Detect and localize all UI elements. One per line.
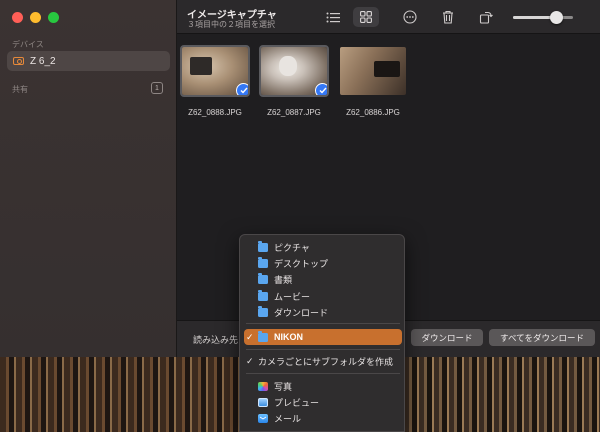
folder-icon: [258, 256, 268, 268]
photos-app-icon: [258, 381, 268, 391]
zoom-button[interactable]: [48, 12, 59, 23]
menu-item-desktop[interactable]: デスクトップ: [244, 255, 402, 271]
import-destination-menu: ピクチャ デスクトップ 書類 ムービー ダウンロード ✓ NIKON ✓ カメラ…: [239, 234, 405, 432]
menu-item-label: ムービー: [274, 291, 311, 302]
menu-item-mail[interactable]: メール: [244, 410, 402, 426]
menu-item-label: プレビュー: [274, 397, 320, 408]
photo-detail: [190, 57, 212, 75]
menu-separator: [246, 349, 400, 350]
device-name: Z 6_2: [30, 55, 56, 67]
download-button[interactable]: ダウンロード: [411, 329, 483, 346]
bookshelf-right: [404, 352, 600, 432]
trash-icon: [443, 10, 453, 24]
menu-item-movies[interactable]: ムービー: [244, 288, 402, 304]
close-button[interactable]: [12, 12, 23, 23]
camera-icon: [13, 57, 24, 65]
grid-view-button[interactable]: [353, 7, 379, 27]
menu-item-label: ダウンロード: [274, 307, 329, 318]
thumbnail-filename: Z62_0887.JPG: [267, 108, 321, 117]
menu-item-label: カメラごとにサブフォルダを作成: [258, 356, 394, 367]
delete-button[interactable]: [435, 7, 461, 27]
folder-icon: [258, 240, 268, 252]
menu-item-label: ピクチャ: [274, 242, 310, 253]
menu-separator: [246, 323, 400, 324]
thumbnail-filename: Z62_0886.JPG: [346, 108, 400, 117]
menu-item-subfolder-option[interactable]: ✓ カメラごとにサブフォルダを作成: [244, 353, 402, 369]
folder-icon: [258, 305, 268, 317]
menu-item-label: 書類: [274, 274, 293, 285]
menu-item-nikon[interactable]: ✓ NIKON: [244, 329, 402, 345]
ellipsis-circle-icon: [403, 10, 417, 24]
menu-item-downloads[interactable]: ダウンロード: [244, 304, 402, 320]
window-controls: [12, 12, 59, 23]
thumbnail-filename: Z62_0888.JPG: [188, 108, 242, 117]
list-view-button[interactable]: [320, 7, 346, 27]
sidebar: デバイス Z 6_2 共有 1: [0, 0, 177, 357]
checkmark-icon: ✓: [246, 355, 254, 366]
toolbar: イメージキャプチャ ３項目中の２項目を選択: [177, 0, 600, 34]
selection-status: ３項目中の２項目を選択: [187, 20, 275, 29]
thumbnail-item[interactable]: [340, 47, 406, 95]
folder-icon: [258, 272, 268, 284]
menu-item-photos[interactable]: 写真: [244, 378, 402, 394]
menu-item-documents[interactable]: 書類: [244, 271, 402, 287]
menu-item-label: メール: [274, 413, 302, 424]
download-all-button[interactable]: すべてをダウンロード: [489, 329, 595, 346]
checkmark-icon: ✓: [246, 331, 254, 342]
list-icon: [326, 12, 340, 22]
selected-check-icon: [315, 83, 327, 95]
rotate-button[interactable]: [473, 7, 499, 27]
menu-item-pictures[interactable]: ピクチャ: [244, 239, 402, 255]
menu-item-label: デスクトップ: [274, 258, 329, 269]
devices-heading: デバイス: [12, 40, 44, 49]
shared-count-badge[interactable]: 1: [151, 82, 163, 94]
selected-check-icon: [236, 83, 248, 95]
import-to-label: 読み込み先: [193, 335, 239, 345]
menu-item-preview[interactable]: プレビュー: [244, 394, 402, 410]
photo-detail: [279, 56, 297, 76]
menu-item-label: NIKON: [274, 332, 303, 342]
folder-icon: [258, 330, 268, 342]
minimize-button[interactable]: [30, 12, 41, 23]
thumbnail-item[interactable]: [180, 45, 250, 97]
thumbnail-item[interactable]: [259, 45, 329, 97]
bookshelf-left: [0, 352, 240, 432]
thumbnail-size-slider[interactable]: [513, 11, 573, 24]
folder-icon: [258, 289, 268, 301]
sidebar-item-device[interactable]: Z 6_2: [7, 51, 170, 71]
mail-app-icon: [258, 413, 268, 423]
menu-separator: [246, 373, 400, 374]
photo-detail: [374, 61, 400, 77]
shared-heading: 共有: [12, 85, 28, 94]
more-actions-button[interactable]: [397, 7, 423, 27]
menu-item-label: 写真: [274, 381, 293, 392]
slider-knob[interactable]: [549, 11, 563, 24]
grid-icon: [360, 11, 372, 23]
rotate-icon: [479, 11, 493, 24]
preview-app-icon: [258, 397, 268, 407]
